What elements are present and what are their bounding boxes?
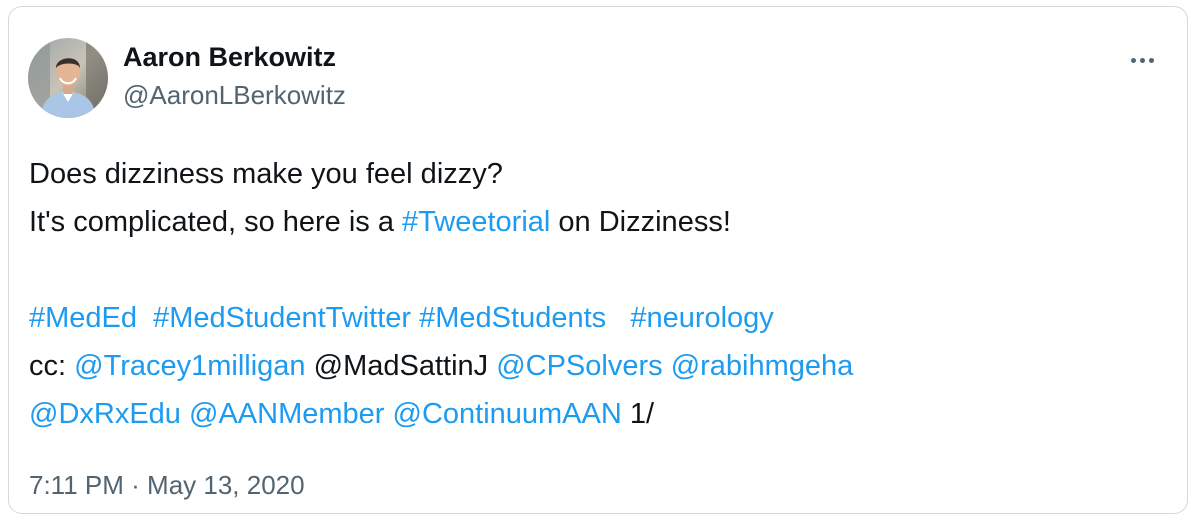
more-horizontal-icon [1139, 57, 1145, 63]
hashtag-link[interactable]: #MedEd [29, 302, 137, 334]
mention-link[interactable]: @DxRxEdu [29, 398, 181, 430]
hashtag-link[interactable]: #MedStudents [419, 302, 606, 334]
tweet-line-text: Does dizziness make you feel dizzy? [29, 158, 503, 190]
author-handle[interactable]: @AaronLBerkowitz [123, 77, 346, 113]
more-horizontal-icon [1130, 57, 1136, 63]
hashtag-link[interactable]: #neurology [630, 302, 774, 334]
timestamp-separator: · [131, 470, 140, 500]
author-info: Aaron Berkowitz @AaronLBerkowitz [123, 39, 346, 113]
more-options-button[interactable] [1125, 53, 1159, 67]
mention-link[interactable]: @AANMember [189, 398, 384, 430]
timestamp-date: May 13, 2020 [147, 470, 305, 500]
timestamp-time: 7:11 PM [29, 470, 124, 500]
profile-photo-icon [28, 38, 108, 118]
tweet-line: Does dizziness make you feel dizzy? [29, 150, 1169, 198]
mention-link[interactable]: @ContinuumAAN [393, 398, 622, 430]
tweet-line: It's complicated, so here is a #Tweetori… [29, 198, 1169, 246]
tweet-timestamp[interactable]: 7:11 PM · May 13, 2020 [29, 467, 305, 503]
tweet-text: Does dizziness make you feel dizzy? It's… [29, 150, 1169, 438]
thread-marker: 1/ [629, 398, 655, 430]
tweet-card: Aaron Berkowitz @AaronLBerkowitz Does di… [8, 6, 1188, 514]
cc-label: cc: [29, 350, 75, 382]
author-name[interactable]: Aaron Berkowitz [123, 39, 346, 75]
mention-text: @MadSattinJ [313, 350, 489, 382]
avatar[interactable] [28, 38, 108, 118]
mention-line: @DxRxEdu @AANMember @ContinuumAAN 1/ [29, 390, 1169, 438]
hashtag-line: #MedEd #MedStudentTwitter #MedStudents #… [29, 294, 1169, 342]
tweet-line-text: on Dizziness! [550, 206, 731, 238]
hashtag-link[interactable]: #MedStudentTwitter [153, 302, 411, 334]
hashtag-link[interactable]: #Tweetorial [402, 206, 550, 238]
mention-line: cc: @Tracey1milligan @MadSattinJ @CPSolv… [29, 342, 1169, 390]
mention-link[interactable]: @Tracey1milligan [74, 350, 305, 382]
mention-link[interactable]: @rabihmgeha [671, 350, 854, 382]
more-horizontal-icon [1148, 57, 1154, 63]
tweet-line-text: It's complicated, so here is a [29, 206, 403, 238]
mention-link[interactable]: @CPSolvers [496, 350, 662, 382]
